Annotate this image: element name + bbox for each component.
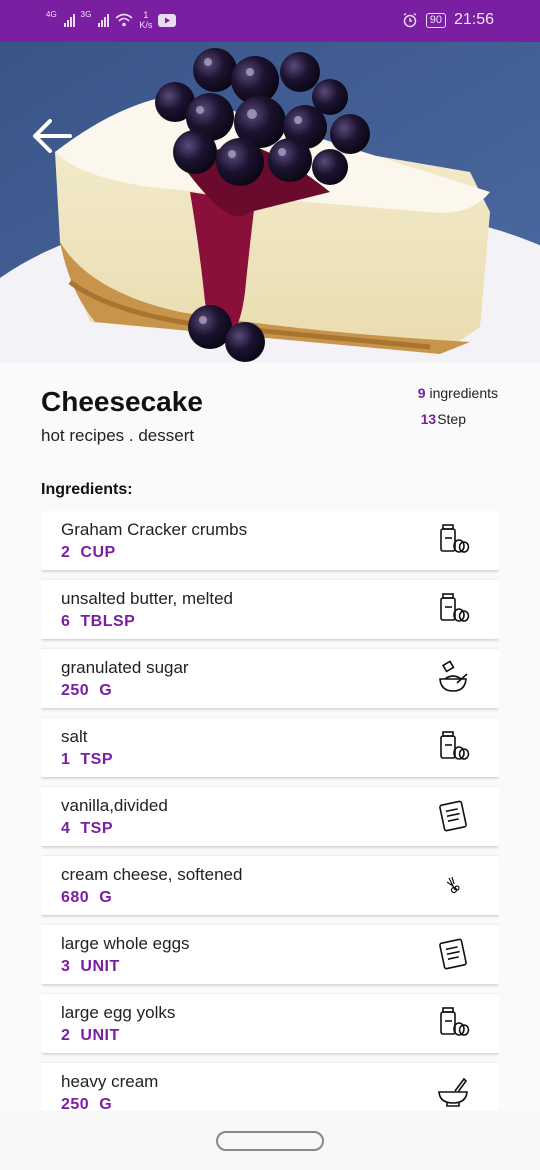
recipe-card-icon [435,797,471,833]
home-gesture-bar[interactable] [216,1131,324,1151]
arrow-back-icon [33,119,72,153]
ingredient-name: large egg yolks [61,1003,176,1022]
ingredient-quantity: 250 G [61,1096,112,1111]
signal-icon [98,13,110,27]
ingredient-amount: 2 [61,544,71,561]
ingredient-name: unsalted butter, melted [61,589,234,608]
ingredient-amount: 680 [61,889,90,906]
ingredient-card[interactable]: large whole eggs 3 UNIT [41,925,499,984]
ingredient-unit: TSP [80,751,114,768]
youtube-icon [158,13,177,27]
ingredients-heading: Ingredients: [41,481,133,498]
ingredient-card[interactable]: heavy cream 250 G [41,1063,499,1111]
mortar-pestle-icon [435,1073,471,1109]
battery-indicator: 90 [425,12,446,28]
ingredient-unit: UNIT [80,958,120,975]
ingredient-amount: 6 [61,613,71,630]
signal-icon [63,13,75,27]
jar-egg-icon [435,1004,471,1040]
ingredient-unit: CUP [80,544,116,561]
ingredient-quantity: 1 TSP [61,751,113,769]
herb-icon [435,866,471,902]
ingredient-amount: 3 [61,958,71,975]
status-left: 4G 3G 1 K/s [46,9,177,30]
ingredient-quantity: 3 UNIT [61,958,120,976]
recipe-title: Cheesecake [41,386,203,417]
ingredient-unit: UNIT [80,1027,120,1044]
ingredient-card[interactable]: Graham Cracker crumbs 2 CUP [41,511,499,570]
jar-egg-icon [435,728,471,764]
ingredient-unit: TSP [80,820,114,837]
ingredient-unit: G [99,682,113,699]
network-speed: 1 K/s [139,10,152,30]
ingredients-count: 9 ingredients [418,385,498,401]
recipe-category: hot recipes . dessert [41,426,195,445]
cheesecake-photo [0,42,540,362]
status-time: 21:56 [453,11,494,28]
network-type-3g: 3G [80,9,92,19]
ingredient-amount: 1 [61,751,71,768]
ingredient-card[interactable]: cream cheese, softened 680 G [41,856,499,915]
network-speed-unit: K/s [139,20,153,30]
steps-count-label: Step [437,411,466,427]
jar-egg-icon [435,590,471,626]
status-right: 90 21:56 [402,11,494,29]
ingredients-list[interactable]: Graham Cracker crumbs 2 CUP unsalted butte… [41,511,499,1111]
ingredient-name: vanilla,divided [61,796,168,815]
ingredient-amount: 250 [61,682,90,699]
ingredient-quantity: 2 CUP [61,544,116,562]
ingredients-count-label: ingredients [429,385,499,401]
recipe-card-icon [435,935,471,971]
status-bar: 4G 3G 1 K/s 90 21:56 [0,0,540,42]
ingredient-name: heavy cream [61,1072,159,1091]
network-speed-value: 1 [143,10,149,20]
steps-count: 13Step [421,411,466,427]
ingredient-amount: 4 [61,820,71,837]
ingredient-name: salt [61,727,88,746]
jar-egg-icon [435,521,471,557]
wifi-icon [115,13,133,27]
network-type-4g: 4G [46,9,57,19]
steps-count-value: 13 [420,411,437,427]
ingredient-name: Graham Cracker crumbs [61,520,248,539]
ingredient-name: cream cheese, softened [61,865,243,884]
ingredient-quantity: 6 TBLSP [61,613,135,631]
alarm-icon [403,12,417,28]
system-navigation-bar [0,1111,540,1170]
recipe-hero-image [0,42,540,362]
ingredient-amount: 250 [61,1096,90,1111]
ingredient-unit: TBLSP [80,613,136,630]
ingredients-count-value: 9 [417,385,426,401]
ingredient-quantity: 2 UNIT [61,1027,120,1045]
ingredient-card[interactable]: unsalted butter, melted 6 TBLSP [41,580,499,639]
ingredient-quantity: 680 G [61,889,112,907]
mixing-bowl-icon [435,659,471,695]
ingredient-card[interactable]: large egg yolks 2 UNIT [41,994,499,1053]
back-button[interactable] [30,116,74,156]
ingredient-unit: G [99,889,113,906]
ingredient-card[interactable]: salt 1 TSP [41,718,499,777]
ingredient-card[interactable]: granulated sugar 250 G [41,649,499,708]
ingredient-quantity: 4 TSP [61,820,113,838]
ingredient-card[interactable]: vanilla,divided 4 TSP [41,787,499,846]
ingredient-name: large whole eggs [61,934,190,953]
ingredient-name: granulated sugar [61,658,189,677]
ingredient-amount: 2 [61,1027,71,1044]
ingredient-quantity: 250 G [61,682,112,700]
ingredient-unit: G [99,1096,113,1111]
